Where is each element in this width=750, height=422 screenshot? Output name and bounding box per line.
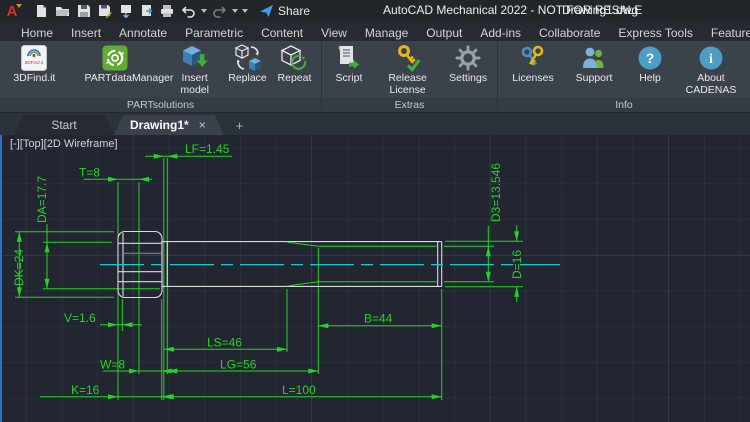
tab-output[interactable]: Output: [417, 22, 471, 41]
extension-lines: [15, 158, 523, 400]
partdatamanager-button[interactable]: PARTdataManager: [65, 43, 173, 86]
ribbon-tab-row: Home Insert Annotate Parametric Content …: [0, 22, 750, 41]
insert-model-button[interactable]: Insert model: [166, 43, 223, 98]
dim-LG: LG=56: [220, 358, 257, 372]
insert-model-icon: [181, 44, 209, 72]
dimension-arrows: [16, 153, 520, 400]
3dfindit-button[interactable]: 3DFind.it 3DFind.it: [4, 43, 65, 86]
svg-text:3DFind.it: 3DFind.it: [25, 60, 44, 65]
replace-button[interactable]: Replace: [223, 43, 272, 86]
tab-parametric[interactable]: Parametric: [176, 22, 252, 41]
redo-dropdown-icon[interactable]: [231, 1, 239, 21]
redo-icon[interactable]: [210, 1, 229, 21]
app-menu-caret-icon: [16, 4, 22, 8]
3dfindit-icon: 3DFind.it: [20, 44, 48, 72]
file-tab-start[interactable]: Start: [14, 115, 114, 135]
tab-insert[interactable]: Insert: [62, 22, 110, 41]
export-icon[interactable]: [137, 1, 156, 21]
dim-D: D=16: [510, 250, 524, 279]
release-license-button[interactable]: Release License: [378, 43, 437, 98]
file-tab-drawing1[interactable]: Drawing1* ×: [114, 115, 224, 135]
svg-text:i: i: [709, 52, 713, 67]
undo-dropdown-icon[interactable]: [200, 1, 208, 21]
settings-button[interactable]: Settings: [443, 43, 493, 86]
tab-manage[interactable]: Manage: [356, 22, 417, 41]
new-file-icon[interactable]: [32, 1, 51, 21]
tab-view[interactable]: View: [312, 22, 356, 41]
repeat-icon: [280, 44, 308, 72]
bolt-drawing: LF=1.45 T=8 V=1.6 B=44 LS=46 W=8 LG=56 K…: [12, 142, 560, 400]
dim-DA: DA=17.7: [35, 176, 49, 223]
tab-add-ins[interactable]: Add-ins: [471, 22, 530, 41]
open-file-icon[interactable]: [53, 1, 72, 21]
support-icon: [580, 44, 608, 72]
tab-collaborate[interactable]: Collaborate: [530, 22, 609, 41]
close-tab-icon[interactable]: ×: [197, 118, 208, 132]
tab-home[interactable]: Home: [12, 22, 62, 41]
script-icon: [335, 44, 363, 72]
tab-express-tools[interactable]: Express Tools: [609, 22, 701, 41]
dim-DK: DK=24: [12, 249, 26, 286]
panel-label-extras: Extras: [322, 98, 497, 112]
tab-annotate[interactable]: Annotate: [110, 22, 176, 41]
panel-extras: Script Release License Settings Extras: [322, 41, 498, 112]
dim-LF: LF=1.45: [185, 142, 230, 156]
qat-customize-icon[interactable]: [241, 1, 249, 21]
file-tab-bar: Start Drawing1* × +: [0, 113, 750, 135]
panel-label-info: Info: [498, 98, 750, 112]
help-button[interactable]: ? Help: [628, 43, 672, 86]
title-bar: A Share AutoCAD Mechanical 2022 - NOT FO…: [0, 0, 750, 22]
panel-label-partsolutions: PARTsolutions: [0, 98, 321, 112]
quick-access-toolbar: [32, 1, 249, 21]
share-button[interactable]: Share: [259, 4, 310, 18]
autocad-window: A Share AutoCAD Mechanical 2022 - NOT FO…: [0, 0, 750, 422]
about-cadenas-icon: i: [697, 44, 725, 72]
svg-text:?: ?: [646, 50, 655, 66]
ribbon: 3DFind.it 3DFind.it PARTdataManager Inse…: [0, 41, 750, 113]
window-file-name: Drawing1.dwg: [562, 3, 639, 17]
save-as-icon[interactable]: [95, 1, 114, 21]
save-icon[interactable]: [74, 1, 93, 21]
dim-W: W=8: [100, 358, 125, 372]
new-drawing-button[interactable]: +: [230, 118, 250, 135]
dim-K: K=16: [71, 383, 100, 397]
dim-B: B=44: [364, 312, 393, 326]
dim-V: V=1.6: [64, 311, 96, 325]
undo-icon[interactable]: [179, 1, 198, 21]
repeat-button[interactable]: Repeat: [272, 43, 317, 86]
about-cadenas-button[interactable]: i About CADENAS: [680, 43, 742, 98]
dim-LS: LS=46: [207, 336, 242, 350]
licenses-button[interactable]: Licenses: [506, 43, 560, 86]
help-icon: ?: [636, 44, 664, 72]
support-button[interactable]: Support: [568, 43, 620, 86]
dim-T: T=8: [79, 166, 100, 180]
plot-icon[interactable]: [116, 1, 135, 21]
share-label: Share: [278, 4, 311, 18]
licenses-icon: [519, 44, 547, 72]
share-plane-icon: [260, 5, 273, 17]
app-menu-button[interactable]: A: [0, 0, 24, 22]
dimension-texts: LF=1.45 T=8 V=1.6 B=44 LS=46 W=8 LG=56 K…: [12, 142, 524, 397]
settings-icon: [454, 44, 482, 72]
tab-featured-apps[interactable]: Featured Apps: [702, 22, 750, 41]
tab-content[interactable]: Content: [252, 22, 312, 41]
dim-L: L=100: [282, 383, 316, 397]
print-icon[interactable]: [158, 1, 177, 21]
drawing-canvas[interactable]: [-] [Top] [2D Wireframe] LF=1.45 T=8 V=1…: [0, 135, 750, 422]
dim-D3: D3=13.546: [489, 163, 503, 222]
panel-partsolutions: 3DFind.it 3DFind.it PARTdataManager Inse…: [0, 41, 322, 112]
replace-icon: [234, 44, 262, 72]
partdatamanager-icon: [101, 44, 129, 72]
release-license-icon: [394, 44, 422, 72]
panel-info: Licenses Support ? Help i About CADENAS …: [498, 41, 750, 112]
script-button[interactable]: Script: [326, 43, 372, 86]
